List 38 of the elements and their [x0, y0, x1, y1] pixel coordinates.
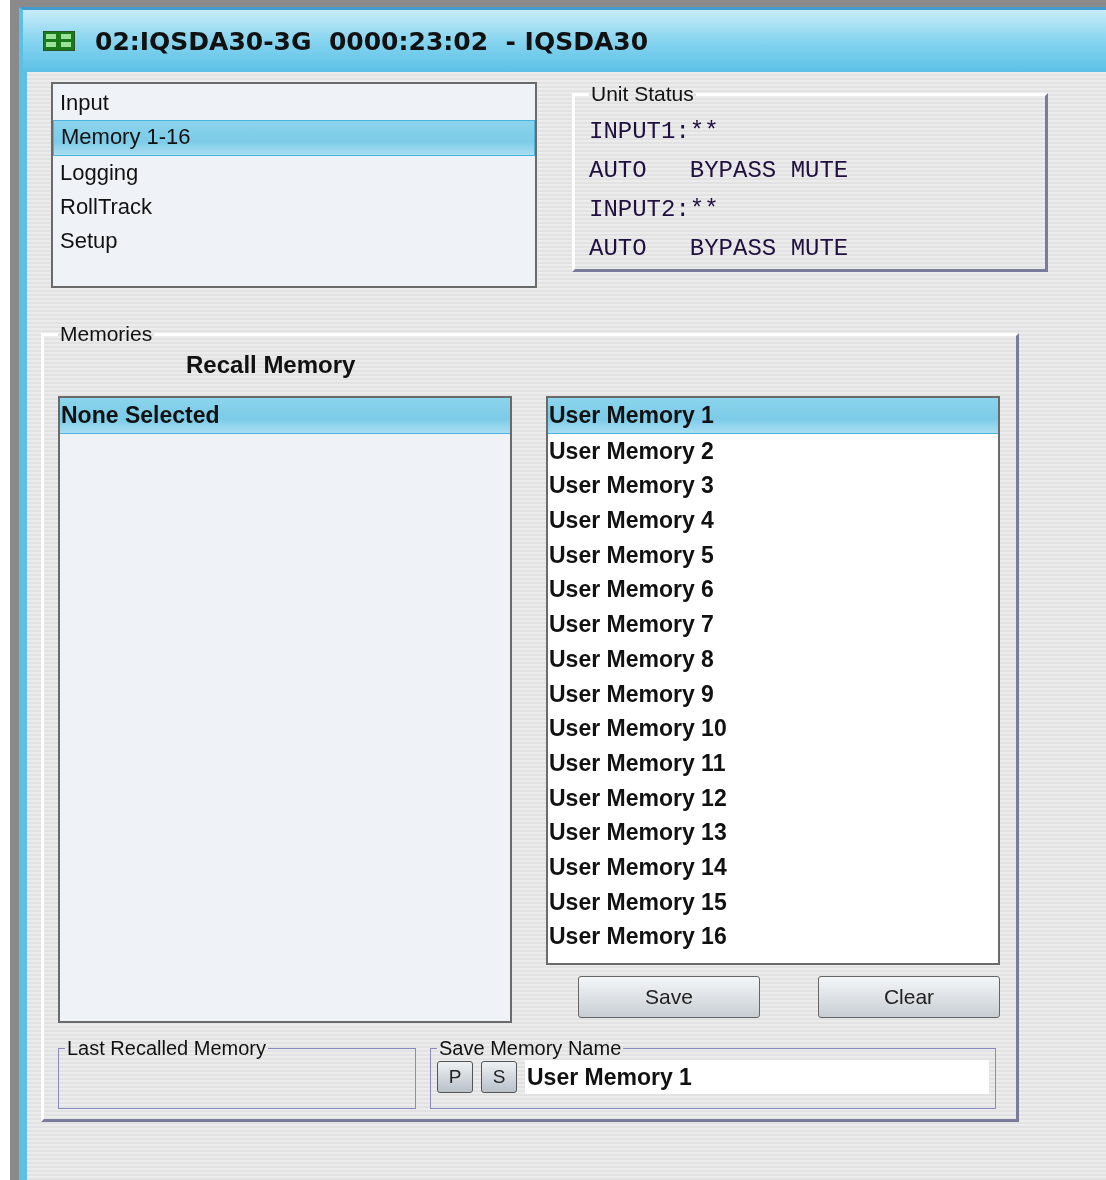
group-title: Memories	[59, 322, 154, 346]
small-button[interactable]: P	[437, 1061, 473, 1093]
nav-item[interactable]: Logging	[53, 156, 535, 190]
action-button[interactable]: Clear	[818, 976, 1000, 1018]
list-item[interactable]: User Memory 10	[548, 711, 998, 746]
group-title: Last Recalled Memory	[66, 1037, 267, 1060]
group-title: Unit Status	[590, 82, 695, 106]
list-item[interactable]: User Memory 14	[548, 849, 998, 885]
circuit-board-icon	[43, 31, 75, 51]
name-field[interactable]: User Memory 1	[525, 1060, 989, 1094]
small-button[interactable]: S	[481, 1061, 517, 1093]
action-button[interactable]: Save	[578, 976, 760, 1018]
list-item[interactable]: User Memory 9	[548, 676, 998, 712]
list-item[interactable]: User Memory 15	[548, 884, 998, 920]
list-item[interactable]: User Memory 12	[548, 780, 998, 816]
list-item[interactable]: User Memory 4	[548, 503, 998, 538]
nav-item[interactable]: Memory 1-16	[53, 120, 535, 156]
status-line: INPUT1:**	[589, 117, 720, 147]
list-item[interactable]: User Memory 16	[548, 919, 998, 954]
list-item[interactable]: User Memory 2	[548, 433, 998, 469]
status-line: INPUT2:**	[589, 195, 720, 225]
list-item[interactable]: None Selected	[60, 398, 510, 434]
nav-item[interactable]: Input	[53, 86, 535, 120]
list-item[interactable]: User Memory 5	[548, 537, 998, 573]
status-line: AUTO BYPASS MUTE	[589, 234, 850, 264]
list-item[interactable]: User Memory 7	[548, 607, 998, 642]
list-item[interactable]: User Memory 1	[548, 398, 998, 434]
window-title: 02:IQSDA30-3G 0000:23:02 - IQSDA30	[95, 26, 649, 56]
list-item[interactable]: User Memory 6	[548, 572, 998, 608]
list-item[interactable]: User Memory 3	[548, 468, 998, 504]
list-item[interactable]: User Memory 13	[548, 815, 998, 850]
section-heading: Recall Memory	[185, 350, 357, 380]
group-title: Save Memory Name	[438, 1037, 623, 1060]
status-line: AUTO BYPASS MUTE	[589, 156, 850, 186]
list-item[interactable]: User Memory 11	[548, 745, 998, 781]
list-item[interactable]: User Memory 8	[548, 641, 998, 677]
nav-item[interactable]: Setup	[53, 224, 535, 258]
nav-item[interactable]: RollTrack	[53, 190, 535, 224]
